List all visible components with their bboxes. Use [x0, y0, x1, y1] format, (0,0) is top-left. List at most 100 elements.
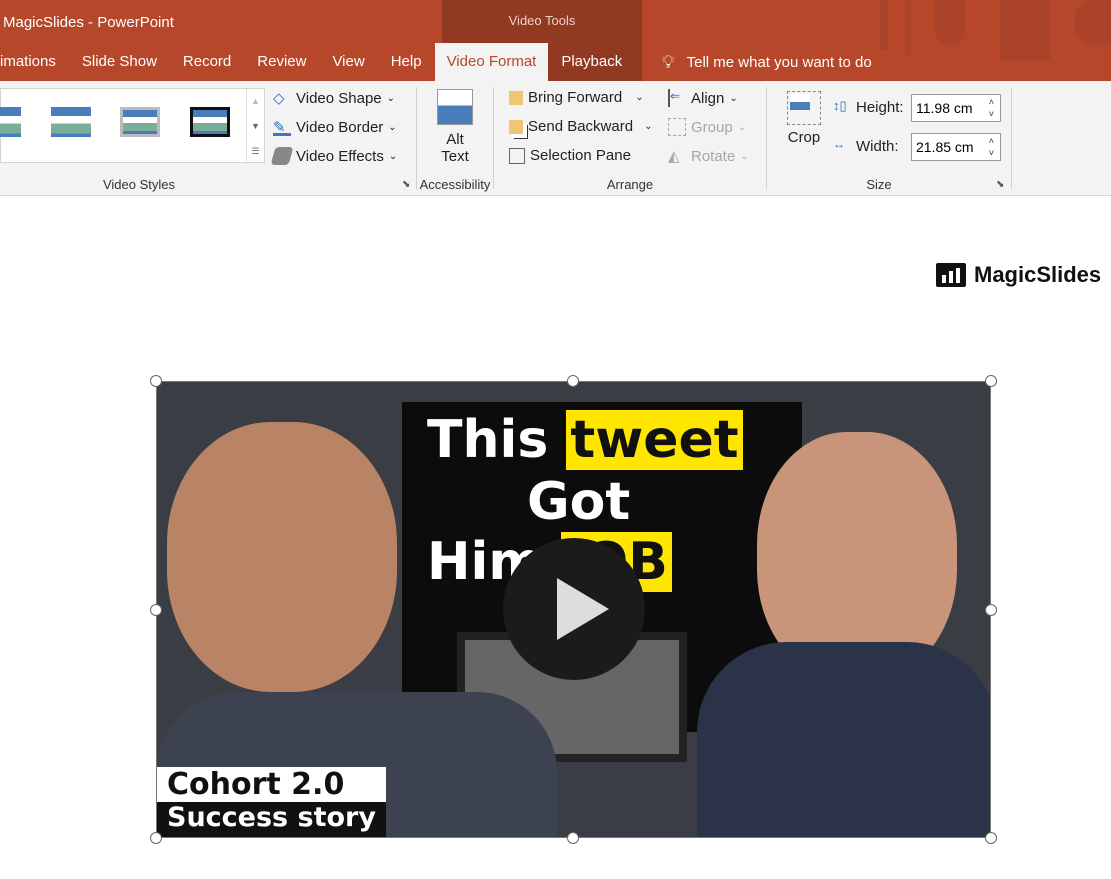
selection-pane-icon	[509, 147, 525, 164]
rotate-button[interactable]: ◭ Rotate ⌄	[668, 147, 749, 166]
video-effects-button[interactable]: Video Effects ⌄	[270, 147, 398, 165]
hoodie-right	[697, 642, 990, 837]
video-styles-gallery[interactable]: ▲ ▼ ☰	[0, 88, 265, 164]
send-backward-icon	[509, 119, 523, 134]
tab-help[interactable]: Help	[378, 43, 435, 81]
label: Text	[441, 148, 469, 165]
label: Align	[691, 89, 725, 107]
gallery-scroll-up[interactable]: ▲	[246, 89, 264, 114]
group-label-arrange: Arrange	[606, 177, 654, 192]
magicslides-logo: MagicSlides	[936, 262, 1101, 288]
group-label-size: Size	[866, 177, 892, 192]
align-button[interactable]: ⇐ Align ⌄	[668, 89, 738, 107]
group-button[interactable]: Group ⌄	[668, 118, 746, 136]
lightbulb-icon: 💡︎	[662, 52, 675, 72]
dialog-launcher-icon[interactable]: ⬊	[996, 179, 1004, 190]
presentation-board-icon	[936, 263, 966, 287]
window-title: MagicSlides - PowerPoint	[3, 14, 174, 31]
spinner-arrows[interactable]: ˄ ˅	[989, 96, 994, 120]
crop-button[interactable]: Crop	[784, 91, 824, 146]
context-label: Video Tools	[508, 13, 576, 28]
gallery-scroll-down[interactable]: ▼	[246, 114, 264, 139]
chevron-down-icon: ⌄	[644, 121, 653, 132]
align-icon: ⇐	[668, 89, 686, 107]
group-label-accessibility: Accessibility	[419, 177, 491, 192]
label: Video Effects	[296, 147, 384, 165]
resize-handle[interactable]	[567, 832, 579, 844]
label: Video Shape	[296, 89, 382, 107]
logo-text: MagicSlides	[974, 262, 1102, 287]
resize-handle[interactable]	[567, 375, 579, 387]
alt-text-button[interactable]: Alt Text	[434, 89, 476, 165]
resize-handle[interactable]	[985, 832, 997, 844]
ribbon-tabs: imations Slide Show Record Review View H…	[0, 43, 635, 81]
style-thumb[interactable]	[0, 107, 21, 137]
label: Rotate	[691, 147, 736, 165]
chevron-down-icon: ⌄	[388, 121, 397, 133]
height-value: 11.98 cm	[916, 100, 973, 116]
label: Selection Pane	[530, 147, 631, 164]
tab-view[interactable]: View	[319, 43, 377, 81]
bring-forward-button[interactable]: Bring Forward ⌄	[509, 89, 644, 106]
label: Alt	[446, 131, 464, 148]
rotate-icon: ◭	[668, 148, 680, 165]
label: Bring Forward	[528, 89, 623, 106]
dialog-launcher-icon[interactable]: ⬊	[402, 179, 410, 190]
height-label: ↕▯ Height:	[833, 98, 904, 116]
shape-icon: ◇	[273, 90, 285, 107]
label: Width:	[856, 137, 899, 155]
chevron-down-icon: ⌄	[737, 121, 747, 133]
resize-handle[interactable]	[150, 832, 162, 844]
width-input[interactable]: 21.85 cm ˄ ˅	[911, 133, 1001, 161]
video-object[interactable]: This tweet Got Him JOB Cohort 2.0 Succes…	[156, 381, 991, 838]
selection-pane-button[interactable]: Selection Pane	[509, 147, 631, 164]
resize-handle[interactable]	[985, 375, 997, 387]
chevron-down-icon: ⌄	[388, 150, 398, 162]
effects-icon	[270, 147, 294, 165]
label: Group	[691, 118, 733, 136]
play-button-icon[interactable]	[503, 538, 645, 680]
label: Send Backward	[528, 118, 634, 135]
width-label: ↔ Width:	[833, 137, 899, 155]
tab-slide-show[interactable]: Slide Show	[69, 43, 170, 81]
resize-handle[interactable]	[985, 604, 997, 616]
tab-playback[interactable]: Playback	[548, 43, 635, 81]
style-thumb[interactable]	[190, 107, 230, 137]
spinner-arrows[interactable]: ˄ ˅	[989, 135, 994, 159]
send-backward-button[interactable]: Send Backward ⌄	[509, 118, 652, 135]
chevron-down-icon: ⌄	[729, 92, 738, 104]
cohort-caption: Cohort 2.0 Success story	[157, 767, 386, 837]
chevron-down-icon: ⌄	[635, 92, 644, 103]
height-input[interactable]: 11.98 cm ˄ ˅	[911, 94, 1001, 122]
height-icon: ↕▯	[833, 98, 847, 113]
tab-animations[interactable]: imations	[0, 43, 69, 81]
resize-handle[interactable]	[150, 375, 162, 387]
video-border-button[interactable]: ✎ Video Border ⌄	[273, 118, 397, 136]
gallery-more[interactable]: ☰	[246, 139, 264, 164]
label: Crop	[787, 129, 821, 146]
label: Video Border	[296, 118, 384, 136]
style-thumb[interactable]	[51, 107, 91, 137]
crop-icon	[787, 91, 821, 125]
caption-line2: Success story	[157, 802, 386, 837]
resize-handle[interactable]	[150, 604, 162, 616]
chevron-down-icon: ⌄	[740, 150, 749, 162]
tell-me-label: Tell me what you want to do	[686, 54, 872, 71]
title-bar: MagicSlides - PowerPoint Video Tools ima…	[0, 0, 1111, 81]
tab-record[interactable]: Record	[170, 43, 244, 81]
width-icon: ↔	[833, 137, 845, 151]
label: Height:	[856, 98, 904, 116]
tab-review[interactable]: Review	[244, 43, 319, 81]
headline-line1: This tweet	[427, 410, 743, 470]
width-value: 21.85 cm	[916, 139, 974, 155]
group-label-video-styles: Video Styles	[102, 177, 176, 192]
tab-video-format[interactable]: Video Format	[434, 43, 549, 81]
bring-forward-icon	[509, 90, 523, 105]
tell-me-search[interactable]: 💡︎ Tell me what you want to do	[662, 52, 872, 73]
style-thumb[interactable]	[120, 107, 160, 137]
ribbon: ▲ ▼ ☰ ◇ Video Shape ⌄ ✎ Video Border ⌄ Video…	[0, 81, 1111, 196]
video-shape-button[interactable]: ◇ Video Shape ⌄	[273, 89, 395, 108]
group-icon	[668, 118, 686, 136]
alt-text-icon	[437, 89, 473, 125]
caption-line1: Cohort 2.0	[157, 767, 386, 802]
